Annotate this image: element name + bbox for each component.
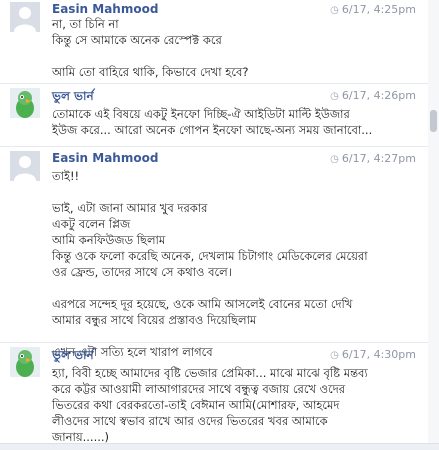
timestamp-text: 6/17, 4:25pm: [341, 3, 416, 16]
message-line: কিন্তু ওকে ফলো করেছি অনেক, দেখলাম চিটাগা…: [52, 249, 368, 263]
message-line: ইউজ করে... আরো অনেক গোপন ইনফো আছে-অন্য স…: [52, 123, 373, 137]
parrot-avatar[interactable]: [10, 347, 40, 377]
chat-message: ভুল ভার্ন ◷ 6/17, 4:30pm হ্যা, বিবী হচ্ছে আ…: [0, 342, 428, 444]
message-line: আমি তো বাহিরে থাকি, কিভাবে দেখা হবে?: [52, 65, 249, 79]
sender-name[interactable]: Easin Mahmood: [52, 2, 158, 16]
sender-name[interactable]: ভুল ভার্ন: [52, 347, 94, 367]
message-line: তোমাকে এই বিষয়ে একটু ইনফো দিচ্ছি-ঐ আইডি…: [52, 107, 350, 121]
clock-icon: ◷: [330, 5, 339, 16]
message-line: ওর ফ্রেন্ড, তাদের সাথে সে কথাও বলে।: [52, 265, 232, 279]
message-line: লীওদের সাথে স্বভাব রাখে আর ওদের ভিতরের খ…: [52, 414, 328, 428]
clock-icon: ◷: [330, 91, 339, 102]
timestamp-text: 6/17, 4:26pm: [341, 89, 416, 102]
sender-name[interactable]: ভুল ভার্ন: [52, 88, 94, 108]
message-line: হ্যা, বিবী হচ্ছে আমাদের বৃষ্টি ভেজার প্র…: [52, 366, 368, 380]
chat-thread: Easin Mahmood ◷ 6/17, 4:25pm না, তা চিনি না…: [0, 0, 439, 450]
scrollbar-thumb[interactable]: [430, 110, 437, 132]
message-line: করে কট্টর আওয়ামী লাআগারদের সাথে বন্ধুত্…: [52, 382, 346, 396]
message-timestamp: ◷ 6/17, 4:26pm: [330, 89, 416, 102]
profile-avatar[interactable]: [10, 151, 40, 181]
message-line: আমি কনফিউজড ছিলাম: [52, 233, 166, 247]
chat-message: ভুল ভার্ন ◷ 6/17, 4:26pm তোমাকে এই বিষয়ে এ…: [0, 83, 428, 137]
message-line: ভাই, এটা জানা আমার খুব দরকার: [52, 201, 208, 215]
message-line: তাই!!: [52, 169, 80, 183]
chat-bottom-bar: [0, 443, 439, 450]
parrot-avatar[interactable]: [10, 88, 40, 118]
message-line: এরপরে সন্দেহ দূর হয়েছে, ওকে আমি আসলেই ব…: [52, 297, 353, 311]
scrollbar[interactable]: [428, 0, 439, 450]
sender-name[interactable]: Easin Mahmood: [52, 151, 158, 165]
message-timestamp: ◷ 6/17, 4:30pm: [330, 348, 416, 361]
chat-message: Easin Mahmood ◷ 6/17, 4:27pm তাই!! ভাই, এটা …: [0, 146, 428, 359]
clock-icon: ◷: [330, 154, 339, 165]
message-line: ভিতরের কথা বেরকরতো-তাই বেঈমান আমি(মোশারফ…: [52, 398, 340, 412]
profile-avatar[interactable]: [10, 2, 40, 32]
message-timestamp: ◷ 6/17, 4:27pm: [330, 152, 416, 165]
message-line: একটু বলেন প্লিজ: [52, 217, 131, 231]
message-timestamp: ◷ 6/17, 4:25pm: [330, 3, 416, 16]
timestamp-text: 6/17, 4:30pm: [341, 348, 416, 361]
message-line: আমার বন্ধুর সাথে বিয়ের প্রস্তাবও দিয়েছ…: [52, 313, 257, 327]
clock-icon: ◷: [330, 350, 339, 361]
message-line: কিন্তু সে আমাকে অনেক রেস্পেক্ট করে: [52, 33, 222, 47]
timestamp-text: 6/17, 4:27pm: [341, 152, 416, 165]
message-line: না, তা চিনি না: [52, 17, 119, 31]
